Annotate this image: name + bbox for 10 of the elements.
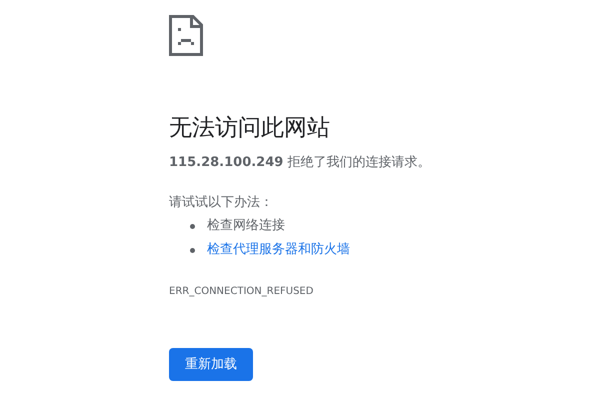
suggestion-link[interactable]: 检查代理服务器和防火墙 <box>207 241 350 259</box>
bullet-icon <box>190 224 195 228</box>
reload-button[interactable]: 重新加载 <box>169 348 253 381</box>
error-message: 115.28.100.249 拒绝了我们的连接请求。 <box>169 154 432 172</box>
error-heading: 无法访问此网站 <box>169 114 331 142</box>
error-code: ERR_CONNECTION_REFUSED <box>169 285 314 299</box>
bullet-icon <box>190 248 195 252</box>
suggestion-text: 检查网络连接 <box>207 217 285 235</box>
suggestions-title: 请试试以下办法： <box>169 194 274 212</box>
sad-page-icon <box>169 15 203 56</box>
